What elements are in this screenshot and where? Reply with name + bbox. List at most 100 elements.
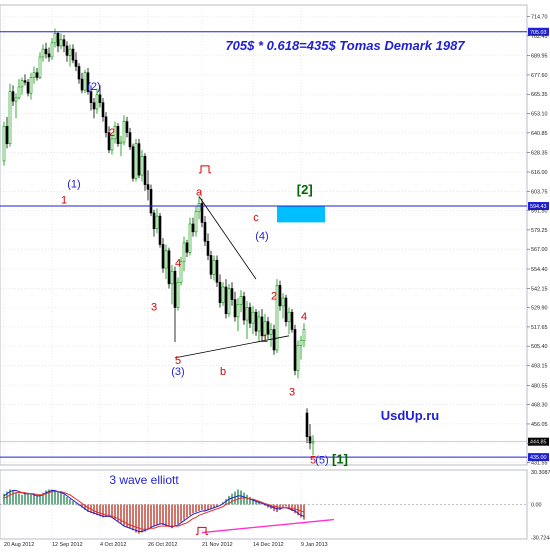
candle-body [32, 72, 36, 78]
candle-body [116, 126, 120, 144]
candle-body [209, 255, 213, 275]
candle-body [170, 270, 174, 285]
wave-label: 1 [61, 194, 67, 206]
candle-body [53, 33, 57, 44]
y-tick-label: 665.35 [531, 92, 548, 98]
candle-body [110, 138, 114, 151]
candle-body [92, 102, 96, 110]
candle-body [224, 286, 228, 315]
wave-label: a [196, 187, 203, 199]
y-tick-label: 714.70 [531, 15, 548, 21]
y-tick-label: 505.40 [531, 344, 548, 350]
candle-body [26, 81, 30, 94]
candle-body [146, 184, 150, 190]
candle-body [14, 97, 18, 102]
y-tick-label: 431.55 [531, 461, 548, 467]
candle-body [269, 329, 273, 335]
candle-body [83, 72, 87, 91]
candle-body [101, 102, 105, 118]
candle-body [131, 146, 135, 179]
candle-body [197, 203, 201, 212]
candle-body [188, 223, 192, 253]
candle-body [272, 329, 276, 351]
candle-body [182, 242, 186, 263]
x-tick-label: 21 Nov 2012 [202, 542, 233, 548]
wave-label: [1] [332, 451, 348, 466]
wave-label: [2] [297, 182, 313, 197]
candle-body [239, 296, 243, 305]
chart-svg: 705.03594.43435.00444.85 (2)2(1)1ac(4)43… [0, 0, 550, 549]
candle-body [218, 281, 222, 304]
candle-body [125, 121, 129, 133]
candle-body [95, 94, 99, 110]
x-tick-label: 4 Oct 2012 [100, 542, 126, 548]
candle-body [20, 80, 24, 88]
indicator-tick-label: 30.3087 [531, 470, 550, 476]
candle-body [149, 189, 153, 214]
candle-body [8, 91, 12, 144]
candle-body [47, 53, 51, 58]
y-tick-label: 567.00 [531, 247, 548, 253]
wave-label: (5) [315, 454, 328, 466]
candle-body [230, 288, 234, 300]
candle-body [65, 45, 69, 56]
candle-body [89, 91, 93, 103]
y-tick-label: 689.95 [531, 53, 548, 59]
wave-label: 4 [175, 258, 181, 270]
candle-body [68, 48, 72, 56]
y-tick-label: 628.35 [531, 151, 548, 157]
wave-label: (4) [255, 231, 268, 243]
candle-body [236, 304, 240, 318]
candle-body [155, 215, 159, 229]
x-tick-label: 20 Aug 2012 [4, 542, 34, 548]
x-tick-label: 9 Jan 2013 [301, 542, 328, 548]
y-tick-label: 554.40 [531, 267, 548, 273]
candle-body [122, 121, 126, 143]
candle-body [50, 42, 54, 58]
y-tick-label: 579.25 [531, 228, 548, 234]
candle-body [29, 77, 33, 94]
candle-body [299, 340, 303, 346]
candle-body [74, 59, 78, 67]
candle-body [152, 212, 156, 229]
candle-body [257, 316, 261, 332]
candle-body [287, 311, 291, 322]
candle-body [248, 307, 252, 324]
candle-body [296, 344, 300, 371]
wave-label: 3 [151, 302, 157, 314]
y-tick-label: 702.45 [531, 34, 548, 40]
candle-body [176, 281, 180, 308]
wave-label: 3 [289, 387, 295, 399]
candle-body [80, 78, 84, 91]
x-tick-label: 12 Sep 2012 [52, 542, 83, 548]
candle-body [59, 39, 63, 47]
candle-body [98, 94, 102, 103]
candle-body [284, 297, 288, 322]
wave-label: 4 [301, 311, 307, 323]
candle-body [221, 286, 225, 304]
candle-body [134, 143, 138, 179]
wave-label: 1 [262, 333, 268, 345]
candle-body [245, 307, 249, 321]
candle-body [38, 56, 42, 78]
y-tick-label: 653.10 [531, 112, 548, 118]
candle-body [203, 222, 207, 242]
candle-body [164, 250, 168, 269]
y-tick-label: 443.80 [531, 441, 548, 447]
candle-body [2, 126, 6, 162]
y-tick-label: 456.05 [531, 422, 548, 428]
candle-body [305, 412, 309, 437]
candle-body [308, 436, 312, 444]
chart-root: 705.03 594.43 435.00 444.85 (2) 2 (1) 1 a c (4) 4 3… [0, 0, 550, 549]
x-tick-label: 14 Dec 2012 [253, 542, 284, 548]
candle-body [167, 250, 171, 285]
candle-body [143, 155, 147, 185]
y-tick-label: 640.85 [531, 131, 548, 137]
candle-body [44, 48, 48, 55]
wave-label: 2 [109, 127, 115, 139]
candle-body [71, 48, 75, 61]
candle-body [227, 288, 231, 315]
candle-body [251, 311, 255, 324]
candle-body [128, 132, 132, 148]
wave-label: b [220, 366, 226, 378]
